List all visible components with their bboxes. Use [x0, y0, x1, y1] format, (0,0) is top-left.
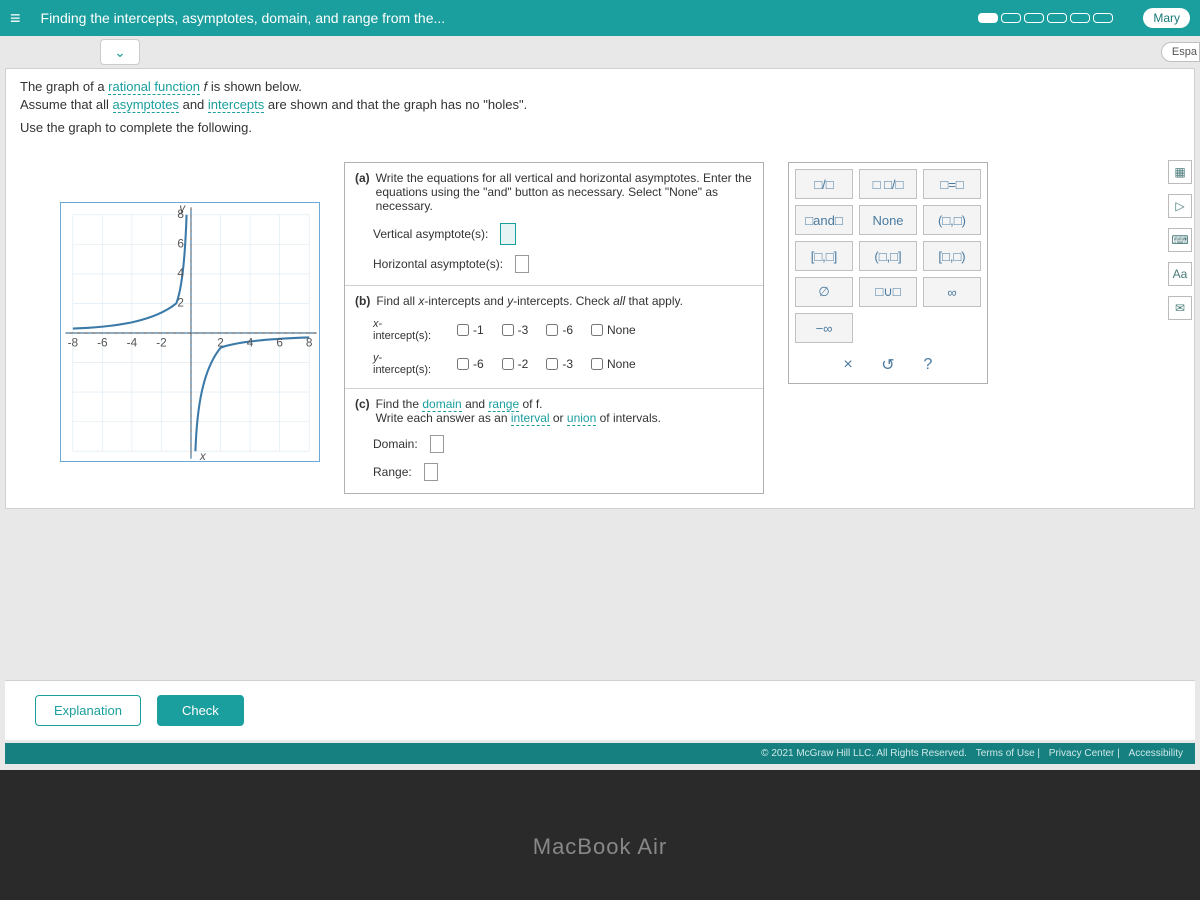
part-a-text: Write the equations for all vertical and… [376, 171, 753, 213]
svg-text:y: y [178, 203, 186, 215]
pal-and[interactable]: □and□ [795, 205, 853, 235]
term-intercepts[interactable]: intercepts [208, 97, 264, 113]
user-badge[interactable]: Mary [1143, 8, 1190, 28]
problem-statement: The graph of a rational function f f is … [5, 68, 1195, 148]
copyright-bar: © 2021 McGraw Hill LLC. All Rights Reser… [5, 743, 1195, 764]
menu-icon[interactable]: ≡ [10, 8, 21, 29]
pal-delete[interactable]: × [834, 353, 862, 377]
math-palette: □/□ □ □/□ □=□ □and□ None (□,□) [□,□] (□,… [788, 162, 988, 384]
mail-icon[interactable]: ✉ [1168, 296, 1192, 320]
vertical-asymptote-input[interactable] [500, 223, 516, 245]
pal-infinity[interactable]: ∞ [923, 277, 981, 307]
part-c-label: (c) [355, 397, 370, 411]
check-button[interactable]: Check [157, 695, 244, 726]
pal-open-open[interactable]: (□,□) [923, 205, 981, 235]
x-intercept-opt-2[interactable]: -3 [502, 323, 529, 337]
side-toolbar: ▦ ▷ ⌨ Aa ✉ [1168, 160, 1198, 320]
svg-text:-8: -8 [68, 335, 79, 349]
horizontal-asymptote-label: Horizontal asymptote(s): [373, 257, 503, 271]
y-intercept-opt-2[interactable]: -2 [502, 357, 529, 371]
svg-text:2: 2 [217, 335, 224, 349]
page-title: Finding the intercepts, asymptotes, doma… [41, 10, 979, 26]
pal-fraction[interactable]: □/□ [795, 169, 853, 199]
pal-equals[interactable]: □=□ [923, 169, 981, 199]
explanation-button[interactable]: Explanation [35, 695, 141, 726]
part-b-label: (b) [355, 294, 370, 308]
svg-text:6: 6 [177, 236, 184, 250]
svg-text:8: 8 [306, 335, 313, 349]
svg-text:-2: -2 [156, 335, 167, 349]
x-intercept-opt-none[interactable]: None [591, 323, 636, 337]
progress-indicator [978, 13, 1113, 23]
horizontal-asymptote-input[interactable] [515, 255, 529, 273]
svg-text:2: 2 [177, 295, 184, 309]
range-input[interactable] [424, 463, 438, 481]
part-a-label: (a) [355, 171, 370, 185]
pal-open-closed[interactable]: (□,□] [859, 241, 917, 271]
x-intercept-opt-3[interactable]: -6 [546, 323, 573, 337]
keyboard-icon[interactable]: ⌨ [1168, 228, 1192, 252]
privacy-link[interactable]: Privacy Center [1049, 748, 1115, 759]
pal-mixed-fraction[interactable]: □ □/□ [859, 169, 917, 199]
laptop-bezel-label: MacBook Air [0, 834, 1200, 860]
part-b-text: Find all x-intercepts and y-intercepts. … [376, 294, 683, 308]
pal-closed-open[interactable]: [□,□) [923, 241, 981, 271]
font-icon[interactable]: Aa [1168, 262, 1192, 286]
language-button[interactable]: Espa [1161, 42, 1200, 62]
svg-text:x: x [199, 449, 207, 463]
lesson-dropdown[interactable]: ⌄ [100, 39, 140, 65]
pal-neg-infinity[interactable]: −∞ [795, 313, 853, 343]
accessibility-link[interactable]: Accessibility [1129, 748, 1183, 759]
svg-text:-6: -6 [97, 335, 108, 349]
x-intercept-opt-1[interactable]: -1 [457, 323, 484, 337]
part-c-text: Find the domain and range of f. Write ea… [376, 397, 661, 425]
pal-none[interactable]: None [859, 205, 917, 235]
y-intercept-opt-3[interactable]: -3 [546, 357, 573, 371]
range-label: Range: [373, 465, 412, 479]
calculator-icon[interactable]: ▦ [1168, 160, 1192, 184]
vertical-asymptote-label: Vertical asymptote(s): [373, 227, 488, 241]
svg-text:4: 4 [247, 335, 254, 349]
pal-closed-closed[interactable]: [□,□] [795, 241, 853, 271]
term-asymptotes[interactable]: asymptotes [113, 97, 179, 113]
pal-undo[interactable]: ↺ [874, 353, 902, 377]
domain-input[interactable] [430, 435, 444, 453]
pal-emptyset[interactable]: ∅ [795, 277, 853, 307]
svg-text:4: 4 [177, 266, 184, 280]
play-icon[interactable]: ▷ [1168, 194, 1192, 218]
question-panel: (a) Write the equations for all vertical… [344, 162, 764, 494]
chevron-down-icon: ⌄ [114, 44, 126, 61]
terms-link[interactable]: Terms of Use [976, 748, 1035, 759]
y-intercept-opt-none[interactable]: None [591, 357, 636, 371]
graph-plot: -8-6-4-2 2468 8642 x y [60, 202, 320, 462]
term-rational-function[interactable]: rational function [108, 79, 200, 95]
y-intercept-opt-1[interactable]: -6 [457, 357, 484, 371]
pal-union[interactable]: □∪□ [859, 277, 917, 307]
svg-text:6: 6 [276, 335, 283, 349]
domain-label: Domain: [373, 437, 418, 451]
pal-help[interactable]: ? [914, 353, 942, 377]
svg-text:-4: -4 [127, 335, 138, 349]
